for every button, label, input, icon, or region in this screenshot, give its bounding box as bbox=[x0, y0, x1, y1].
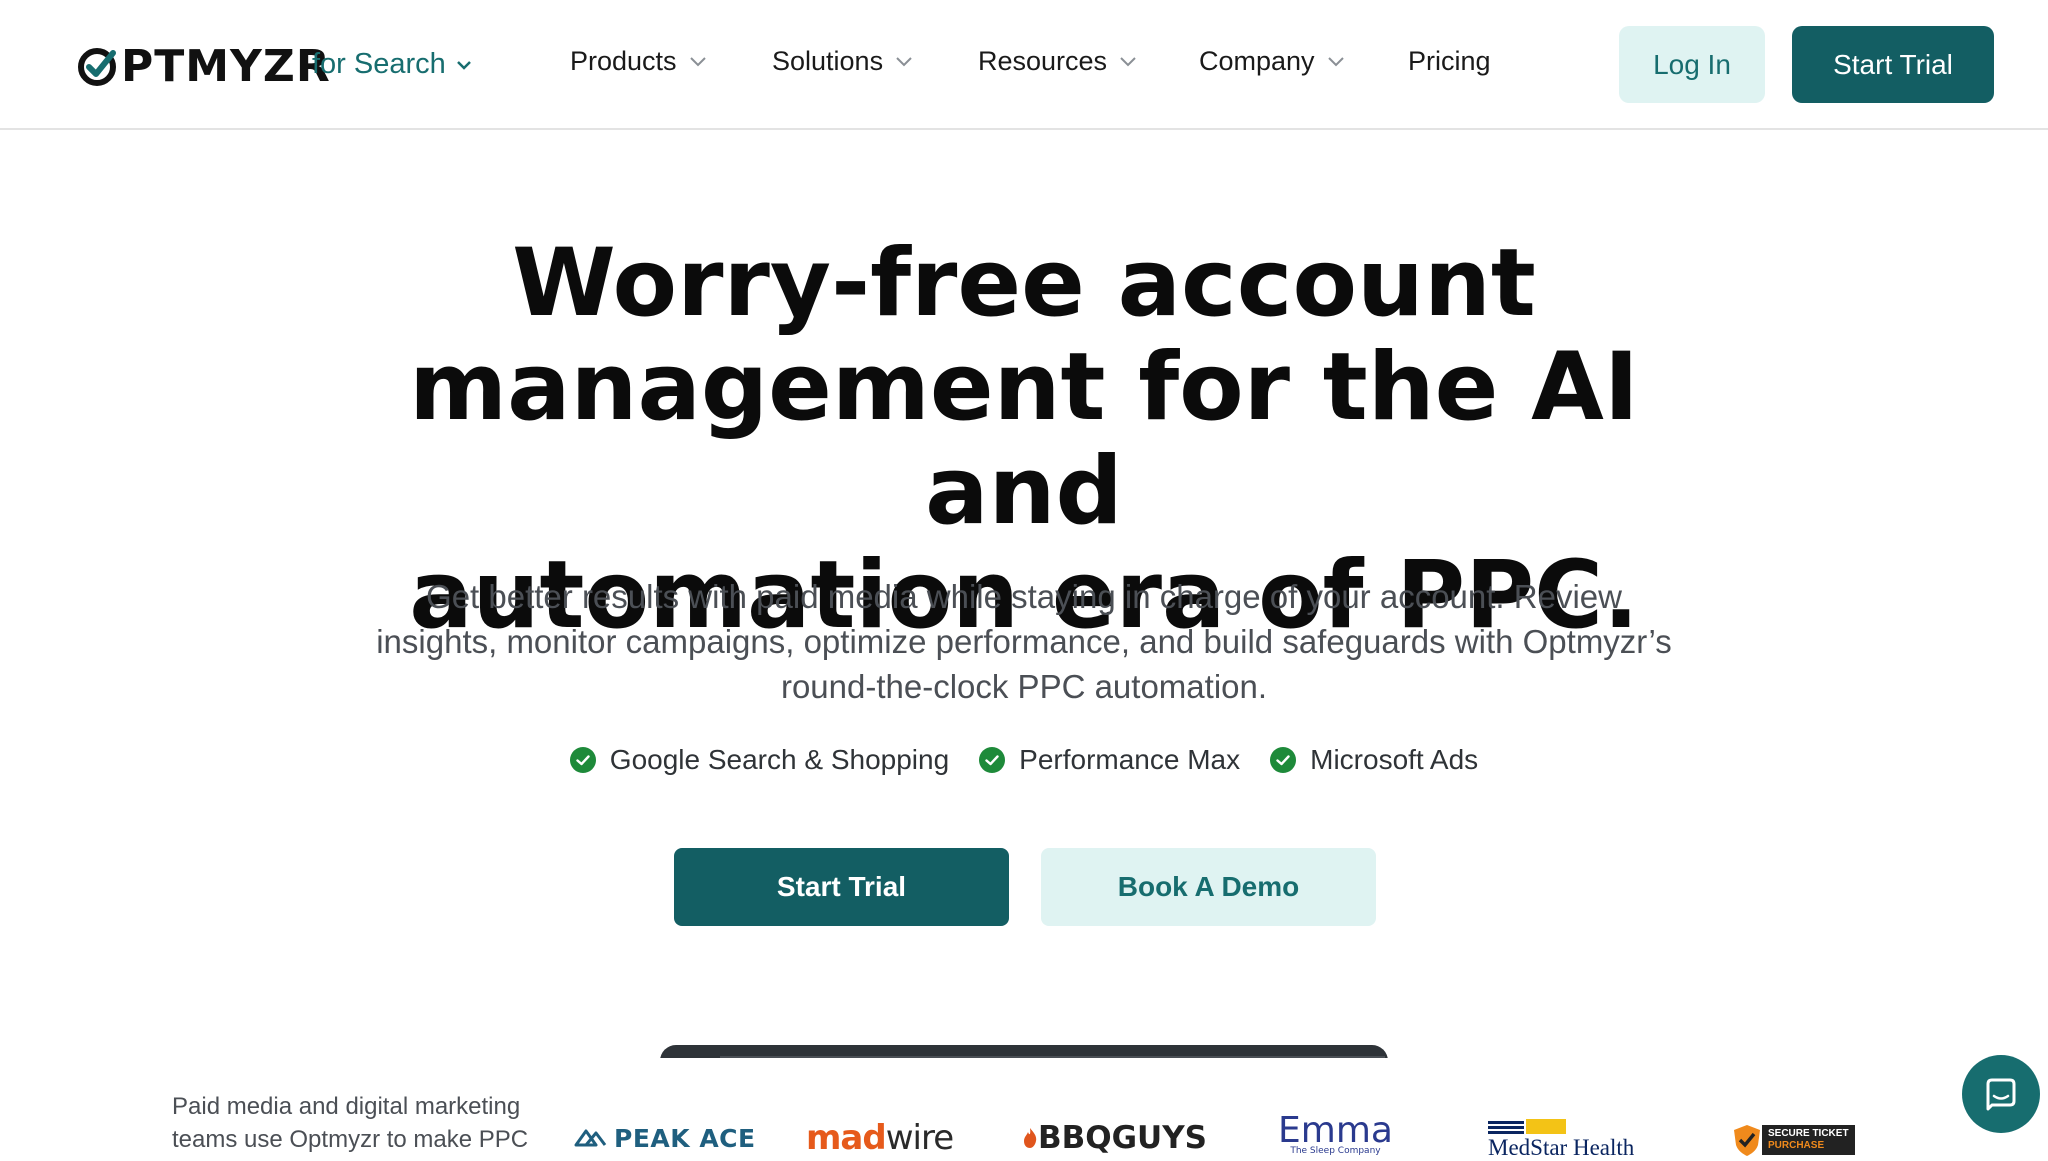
check-circle-icon bbox=[1270, 747, 1297, 773]
medstar-health-logo: MedStar Health bbox=[1488, 1119, 1634, 1161]
feature-list: Google Search & Shopping Performance Max… bbox=[0, 744, 2048, 776]
peak-ace-logo: PEAK ACE bbox=[572, 1118, 756, 1158]
emma-wordmark: Emma The Sleep Company bbox=[1278, 1110, 1393, 1157]
hero-subtitle: Get better results with paid media while… bbox=[330, 574, 1718, 709]
chevron-down-icon bbox=[896, 57, 912, 67]
feature-label: Performance Max bbox=[1019, 744, 1241, 775]
medstar-wordmark: MedStar Health bbox=[1488, 1119, 1634, 1161]
feature-item: Google Search & Shopping bbox=[569, 744, 950, 776]
login-button[interactable]: Log In bbox=[1619, 26, 1765, 103]
secure-ticket-purchase-logo: SECURE TICKET PURCHASE bbox=[1732, 1120, 1855, 1160]
emma-tagline: The Sleep Company bbox=[1290, 1146, 1381, 1156]
start-trial-button[interactable]: Start Trial bbox=[674, 848, 1009, 926]
flame-icon bbox=[1024, 1128, 1037, 1148]
check-circle-icon bbox=[569, 747, 596, 773]
nav-products[interactable]: Products bbox=[570, 46, 707, 77]
bbqguys-wordmark: BBQGUYS bbox=[1038, 1120, 1208, 1156]
start-trial-header-button[interactable]: Start Trial bbox=[1792, 26, 1994, 103]
chat-launcher-button[interactable] bbox=[1962, 1055, 2040, 1133]
feature-item: Performance Max bbox=[979, 744, 1240, 776]
emma-logo: Emma The Sleep Company bbox=[1278, 1110, 1393, 1157]
nav-company-label: Company bbox=[1199, 46, 1315, 76]
medstar-name: MedStar Health bbox=[1488, 1135, 1635, 1160]
hero-subtitle-line: round-the-clock PPC automation. bbox=[780, 668, 1268, 705]
optmyzr-logo[interactable]: PTMYZR bbox=[77, 40, 331, 92]
chat-icon bbox=[1986, 1078, 2016, 1111]
nav-solutions-label: Solutions bbox=[772, 46, 884, 76]
emma-name: Emma bbox=[1278, 1110, 1393, 1151]
madwire-wordmark-a: mad bbox=[806, 1118, 887, 1158]
logo-wordmark: PTMYZR bbox=[121, 40, 331, 92]
product-switcher[interactable]: for Search bbox=[312, 48, 472, 81]
feature-item: Microsoft Ads bbox=[1270, 744, 1478, 776]
nav-resources[interactable]: Resources bbox=[978, 46, 1137, 77]
feature-label: Google Search & Shopping bbox=[609, 744, 950, 775]
nav-products-label: Products bbox=[570, 46, 677, 76]
nav-pricing-label: Pricing bbox=[1408, 46, 1491, 76]
madwire-wordmark-b: wire bbox=[885, 1118, 954, 1158]
feature-label: Microsoft Ads bbox=[1310, 744, 1479, 775]
nav-solutions[interactable]: Solutions bbox=[772, 46, 913, 77]
peak-ace-mark-icon bbox=[574, 1129, 607, 1147]
hero-title-line: Worry-free account bbox=[512, 229, 1536, 338]
nav-pricing[interactable]: Pricing bbox=[1408, 46, 1491, 77]
medstar-flag-icon bbox=[1488, 1119, 1566, 1134]
trust-text: Paid media and digital marketing teams u… bbox=[172, 1093, 529, 1153]
chevron-down-icon bbox=[689, 57, 706, 67]
nav-company[interactable]: Company bbox=[1199, 46, 1345, 77]
nav-resources-label: Resources bbox=[978, 46, 1108, 76]
madwire-logo: madwire bbox=[806, 1118, 954, 1158]
secure-ticket-text: SECURE TICKET PURCHASE bbox=[1762, 1125, 1855, 1155]
hero-title-line: management for the AI and bbox=[409, 333, 1639, 546]
hero-subtitle-line: Get better results with paid media while… bbox=[426, 578, 1622, 615]
book-demo-button[interactable]: Book A Demo bbox=[1041, 848, 1376, 926]
hero-subtitle-line: insights, monitor campaigns, optimize pe… bbox=[376, 623, 1672, 660]
product-switcher-label: for Search bbox=[312, 48, 446, 80]
chevron-down-icon bbox=[456, 60, 471, 70]
chevron-down-icon bbox=[1120, 57, 1136, 67]
site-header: PTMYZR for Search Products Solutions Res… bbox=[0, 0, 2048, 130]
peak-ace-wordmark: PEAK ACE bbox=[614, 1123, 756, 1153]
bbqguys-logo: BBQGUYS bbox=[1022, 1118, 1207, 1158]
chevron-down-icon bbox=[1327, 57, 1344, 67]
secure-ticket-line2: PURCHASE bbox=[1768, 1140, 1825, 1151]
secure-ticket-line1: SECURE TICKET bbox=[1768, 1128, 1849, 1139]
check-circle-icon bbox=[979, 747, 1006, 773]
madwire-wordmark: madwire bbox=[806, 1118, 954, 1158]
logo-check-icon bbox=[78, 48, 116, 86]
